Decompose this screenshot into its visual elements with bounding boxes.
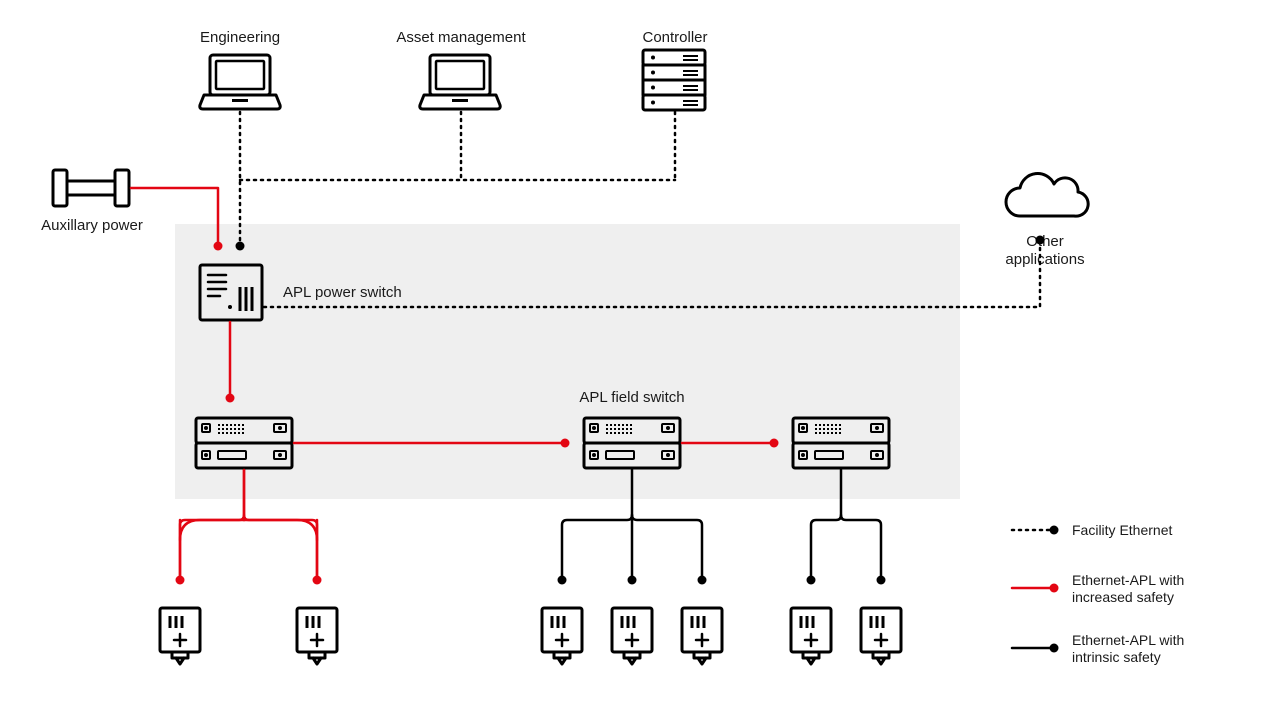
svg-text:Facility Ethernet: Facility Ethernet xyxy=(1072,522,1172,538)
field-device-icon xyxy=(682,608,722,664)
asset-mgmt-label: Asset management xyxy=(396,29,526,46)
cloud-icon xyxy=(1006,174,1088,217)
field-device-icon xyxy=(542,608,582,664)
field-device-icon xyxy=(160,608,200,664)
power-icon xyxy=(53,170,129,206)
apl-power-switch-label: APL power switch xyxy=(283,284,402,301)
field-device-icon xyxy=(861,608,901,664)
legend-item-increased: Ethernet-APL with increased safety xyxy=(1012,572,1184,605)
apl-field-switch-label: APL field switch xyxy=(579,389,684,406)
field-device-icon xyxy=(297,608,337,664)
other-apps-label-2: applications xyxy=(1005,251,1084,268)
svg-text:intrinsic safety: intrinsic safety xyxy=(1072,649,1161,665)
other-apps-label-1: Other xyxy=(1026,233,1064,250)
svg-text:Ethernet-APL with: Ethernet-APL with xyxy=(1072,632,1184,648)
svg-text:increased safety: increased safety xyxy=(1072,589,1174,605)
network-diagram: Engineering Asset management Controller … xyxy=(0,0,1280,720)
legend: Facility Ethernet Ethernet-APL with incr… xyxy=(1012,522,1184,665)
svg-text:Ethernet-APL with: Ethernet-APL with xyxy=(1072,572,1184,588)
field-device-icon xyxy=(612,608,652,664)
laptop-icon xyxy=(420,55,500,109)
legend-item-intrinsic: Ethernet-APL with intrinsic safety xyxy=(1012,632,1184,665)
legend-item-facility: Facility Ethernet xyxy=(1012,522,1172,538)
engineering-label: Engineering xyxy=(200,29,280,46)
controller-label: Controller xyxy=(642,29,707,46)
field-device-icon xyxy=(791,608,831,664)
laptop-icon xyxy=(200,55,280,109)
server-icon xyxy=(643,50,705,110)
aux-power-label: Auxillary power xyxy=(41,217,143,234)
